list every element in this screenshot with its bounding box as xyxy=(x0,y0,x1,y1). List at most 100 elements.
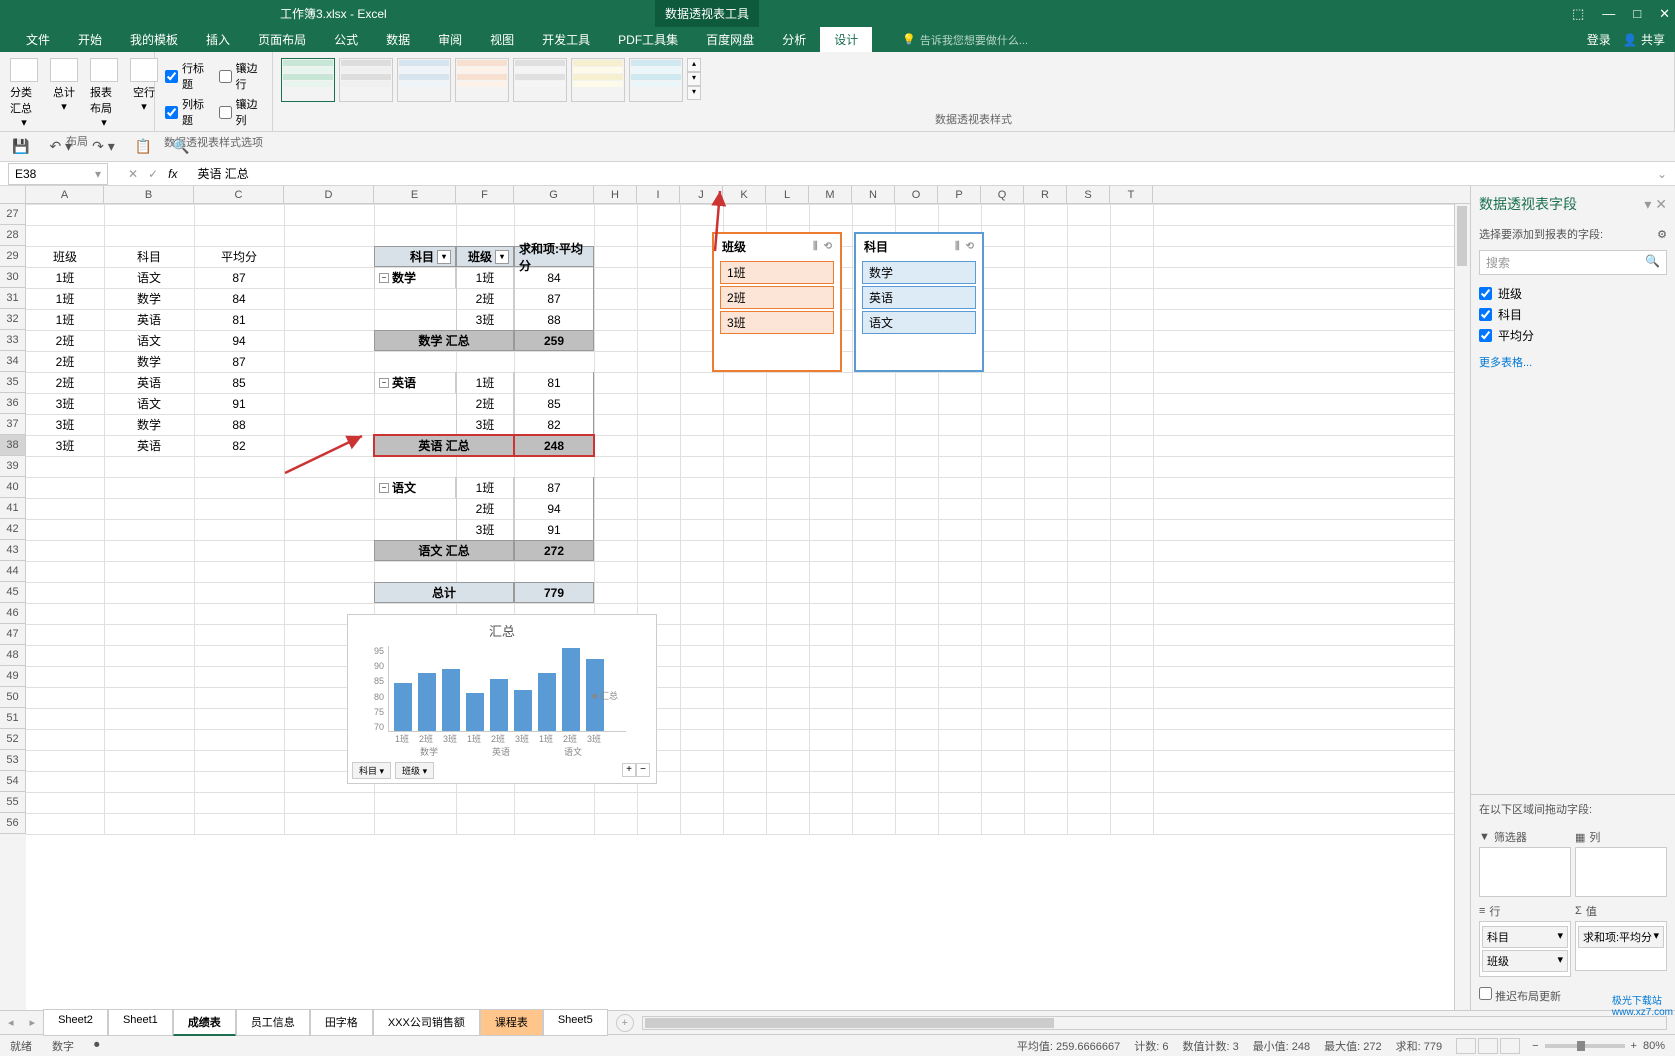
tab-design[interactable]: 设计 xyxy=(820,27,872,52)
table-cell[interactable]: 数学 xyxy=(104,351,194,372)
row-header[interactable]: 33 xyxy=(0,330,26,351)
vertical-scrollbar[interactable] xyxy=(1454,204,1470,1010)
sheet-tab[interactable]: 课程表 xyxy=(480,1009,543,1036)
close-icon[interactable]: ✕ xyxy=(1659,6,1670,22)
style-thumb[interactable] xyxy=(455,58,509,102)
table-cell[interactable]: 1班 xyxy=(26,288,104,309)
table-cell[interactable]: 英语 xyxy=(104,309,194,330)
chart-filter-subject[interactable]: 科目 ▾ xyxy=(352,762,391,779)
values-area-item[interactable]: 求和项:平均分▾ xyxy=(1578,926,1664,948)
table-cell[interactable]: 2班 xyxy=(26,372,104,393)
sheet-tab[interactable]: Sheet2 xyxy=(43,1009,108,1036)
rows-area-item[interactable]: 科目▾ xyxy=(1482,926,1568,948)
row-header[interactable]: 51 xyxy=(0,708,26,729)
tell-me-search[interactable]: 💡 告诉我您想要做什么... xyxy=(902,32,1028,48)
row-header[interactable]: 34 xyxy=(0,351,26,372)
row-header[interactable]: 49 xyxy=(0,666,26,687)
share-button[interactable]: 👤 共享 xyxy=(1623,31,1665,48)
slicer-item[interactable]: 语文 xyxy=(862,311,976,334)
pivot-subtotal[interactable]: 语文 汇总 xyxy=(374,540,514,561)
table-cell[interactable]: 85 xyxy=(194,372,284,393)
row-header[interactable]: 44 xyxy=(0,561,26,582)
table-cell[interactable]: 84 xyxy=(194,288,284,309)
zoom-in-icon[interactable]: + xyxy=(1631,1040,1637,1052)
row-header[interactable]: 37 xyxy=(0,414,26,435)
sheet-tab[interactable]: Sheet1 xyxy=(108,1009,173,1036)
dropdown-icon[interactable]: ▾ xyxy=(495,250,509,264)
slicer-item[interactable]: 1班 xyxy=(720,261,834,284)
login-button[interactable]: 登录 xyxy=(1587,31,1611,48)
undo-icon[interactable]: ↶ ▾ xyxy=(49,138,72,155)
table-header[interactable]: 平均分 xyxy=(194,246,284,267)
table-cell[interactable]: 82 xyxy=(194,435,284,456)
pivot-cell[interactable]: 87 xyxy=(514,477,594,498)
more-tables-link[interactable]: 更多表格... xyxy=(1471,350,1675,374)
pivot-subtotal-value[interactable]: 259 xyxy=(514,330,594,351)
column-header[interactable]: A xyxy=(26,186,104,203)
tab-baidu[interactable]: 百度网盘 xyxy=(692,27,768,52)
table-cell[interactable]: 3班 xyxy=(26,393,104,414)
table-cell[interactable]: 语文 xyxy=(104,330,194,351)
pivot-cell[interactable]: 1班 xyxy=(456,477,514,498)
redo-icon[interactable]: ↷ ▾ xyxy=(92,138,115,155)
pivot-cell[interactable]: 1班 xyxy=(456,267,514,288)
chart-collapse-icon[interactable]: − xyxy=(636,763,650,777)
row-header[interactable]: 36 xyxy=(0,393,26,414)
pivot-subtotal-value[interactable]: 272 xyxy=(514,540,594,561)
row-header[interactable]: 28 xyxy=(0,225,26,246)
pivot-grand-total[interactable]: 总计 xyxy=(374,582,514,603)
slicer-subject[interactable]: 科目 ⫼⟲ 数学 英语 语文 xyxy=(854,232,984,372)
field-settings-icon[interactable]: ⚙ xyxy=(1657,228,1667,241)
table-cell[interactable]: 3班 xyxy=(26,414,104,435)
ribbon-options-icon[interactable]: ⬚ xyxy=(1572,6,1584,22)
row-header[interactable]: 29 xyxy=(0,246,26,267)
scrollbar-thumb[interactable] xyxy=(645,1018,1054,1028)
tab-file[interactable]: 文件 xyxy=(12,27,64,52)
column-header[interactable]: P xyxy=(938,186,981,203)
column-header[interactable]: E xyxy=(374,186,456,203)
gallery-down-icon[interactable]: ▾ xyxy=(687,72,701,86)
row-header[interactable]: 40 xyxy=(0,477,26,498)
tab-data[interactable]: 数据 xyxy=(372,27,424,52)
sheet-tab[interactable]: 田字格 xyxy=(310,1009,373,1036)
pivot-cell[interactable]: 82 xyxy=(514,414,594,435)
chart-filter-class[interactable]: 班级 ▾ xyxy=(395,762,434,779)
column-header[interactable]: R xyxy=(1024,186,1067,203)
table-cell[interactable]: 81 xyxy=(194,309,284,330)
pivot-subtotal[interactable]: 英语 汇总 xyxy=(374,435,514,456)
column-header[interactable]: B xyxy=(104,186,194,203)
slicer-item[interactable]: 英语 xyxy=(862,286,976,309)
field-checkbox-class[interactable]: 班级 xyxy=(1479,283,1667,304)
horizontal-scrollbar[interactable] xyxy=(642,1016,1667,1030)
add-sheet-button[interactable]: + xyxy=(616,1014,634,1032)
fx-icon[interactable]: fx xyxy=(168,167,177,181)
pivot-cell[interactable]: 81 xyxy=(514,372,594,393)
name-box[interactable]: E38▾ xyxy=(8,163,108,185)
row-header[interactable]: 50 xyxy=(0,687,26,708)
pivot-cell[interactable]: 2班 xyxy=(456,288,514,309)
sheet-nav-prev-icon[interactable]: ◂ xyxy=(0,1016,22,1029)
minimize-icon[interactable]: — xyxy=(1602,6,1615,22)
touch-mode-icon[interactable]: 📋 xyxy=(135,138,152,155)
defer-layout-checkbox[interactable]: 推迟布局更新 xyxy=(1479,987,1561,1004)
pivot-cell[interactable]: 84 xyxy=(514,267,594,288)
zoom-out-icon[interactable]: − xyxy=(1532,1040,1538,1052)
pivot-cell[interactable]: 94 xyxy=(514,498,594,519)
row-header[interactable]: 54 xyxy=(0,771,26,792)
table-cell[interactable]: 3班 xyxy=(26,435,104,456)
column-header[interactable]: K xyxy=(723,186,766,203)
pivot-cell[interactable]: 2班 xyxy=(456,393,514,414)
rows-area-item[interactable]: 班级▾ xyxy=(1482,950,1568,972)
sheet-tab[interactable]: XXX公司销售额 xyxy=(373,1009,480,1036)
column-header[interactable]: S xyxy=(1067,186,1110,203)
table-header[interactable]: 科目 xyxy=(104,246,194,267)
slicer-item[interactable]: 数学 xyxy=(862,261,976,284)
row-header[interactable]: 46 xyxy=(0,603,26,624)
values-area-box[interactable]: 求和项:平均分▾ xyxy=(1575,921,1667,971)
row-header[interactable]: 35 xyxy=(0,372,26,393)
column-header[interactable]: N xyxy=(852,186,895,203)
table-cell[interactable]: 数学 xyxy=(104,414,194,435)
pivot-subtotal[interactable]: 数学 汇总 xyxy=(374,330,514,351)
field-search-input[interactable]: 搜索 🔍 xyxy=(1479,250,1667,275)
pivot-subject[interactable]: −语文 xyxy=(374,477,456,498)
